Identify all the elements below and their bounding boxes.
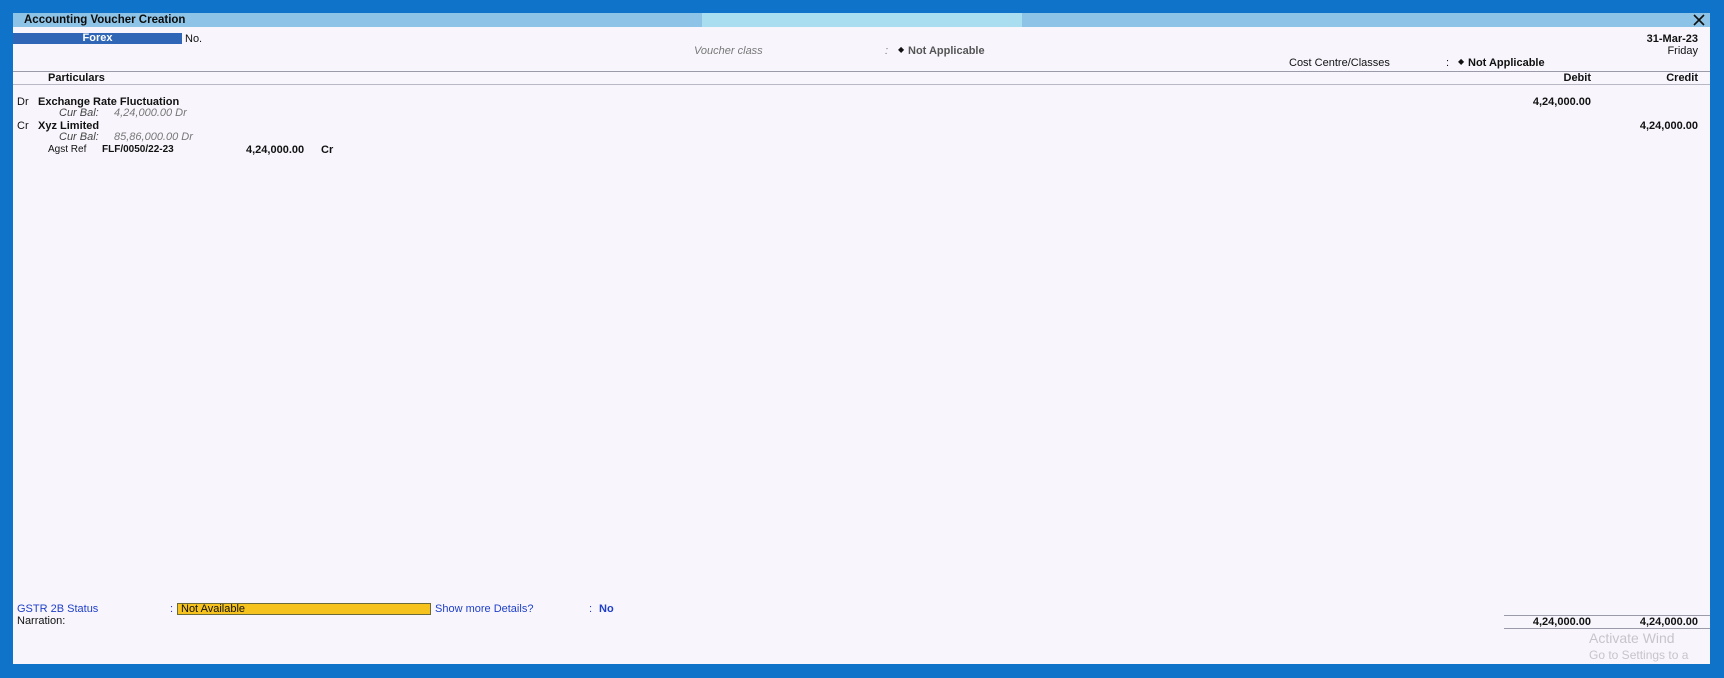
total-credit: 4,24,000.00 bbox=[1639, 616, 1698, 628]
show-more-sep: : bbox=[589, 603, 593, 615]
cost-centre-value[interactable]: Not Applicable bbox=[1468, 57, 1545, 69]
cur-bal-label: Cur Bal: bbox=[59, 131, 99, 143]
divider bbox=[13, 84, 1710, 85]
activation-watermark: Activate Wind bbox=[1589, 630, 1675, 646]
voucher-date[interactable]: 31-Mar-23 bbox=[1647, 33, 1698, 45]
activation-watermark-sub: Go to Settings to a bbox=[1589, 648, 1689, 662]
narration-label: Narration: bbox=[17, 615, 66, 627]
cur-bal-value: 85,86,000.00 Dr bbox=[114, 131, 193, 143]
voucher-no-label: No. bbox=[185, 33, 203, 45]
cost-centre-label: Cost Centre/Classes bbox=[1289, 57, 1390, 69]
bill-ref-name[interactable]: FLF/0050/22-23 bbox=[102, 144, 174, 155]
bill-ref-drcr[interactable]: Cr bbox=[321, 144, 333, 156]
cost-centre-sep: : bbox=[1446, 57, 1450, 69]
voucher-class-sep: : bbox=[885, 45, 889, 57]
cur-bal-value: 4,24,000.00 Dr bbox=[114, 107, 187, 119]
voucher-type-field[interactable]: Forex bbox=[13, 33, 182, 44]
bill-ref-amount[interactable]: 4,24,000.00 bbox=[246, 144, 304, 156]
voucher-class-label: Voucher class bbox=[694, 45, 763, 57]
gstr-status-label: GSTR 2B Status bbox=[17, 603, 99, 615]
diamond-icon: ◆ bbox=[898, 45, 905, 54]
cur-bal-label: Cur Bal: bbox=[59, 107, 99, 119]
show-more-value[interactable]: No bbox=[599, 603, 614, 615]
totals-divider bbox=[1504, 628, 1710, 629]
title-bar: Accounting Voucher Creation bbox=[13, 13, 1710, 27]
entry-credit[interactable]: 4,24,000.00 bbox=[1640, 120, 1698, 132]
divider bbox=[13, 71, 1710, 72]
voucher-window: Accounting Voucher Creation Forex No. 31… bbox=[13, 13, 1710, 664]
close-icon[interactable] bbox=[1692, 13, 1706, 27]
entry-drcr[interactable]: Cr bbox=[17, 120, 29, 132]
title-bar-highlight bbox=[702, 13, 1022, 27]
window-title: Accounting Voucher Creation bbox=[24, 14, 186, 26]
col-credit: Credit bbox=[1666, 72, 1698, 84]
col-particulars: Particulars bbox=[48, 72, 105, 84]
gstr-status-field[interactable]: Not Available bbox=[177, 603, 431, 615]
col-debit: Debit bbox=[1563, 72, 1592, 84]
entry-drcr[interactable]: Dr bbox=[17, 96, 29, 108]
bill-ref-method[interactable]: Agst Ref bbox=[48, 144, 86, 155]
voucher-class-value[interactable]: Not Applicable bbox=[908, 45, 985, 57]
show-more-label: Show more Details? bbox=[435, 603, 534, 615]
entry-debit[interactable]: 4,24,000.00 bbox=[1533, 96, 1591, 108]
total-debit: 4,24,000.00 bbox=[1532, 616, 1591, 628]
voucher-day: Friday bbox=[1667, 45, 1698, 57]
gstr-status-sep: : bbox=[170, 603, 174, 615]
diamond-icon: ◆ bbox=[1458, 57, 1465, 66]
